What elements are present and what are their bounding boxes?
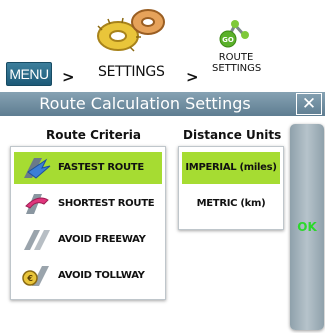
menu-button[interactable]: MENU [6, 62, 52, 86]
route-option-shortest[interactable]: SHORTEST ROUTE [14, 188, 162, 220]
breadcrumb-route-settings: ROUTE SETTINGS [212, 52, 262, 74]
route-option-label: SHORTEST ROUTE [58, 198, 155, 209]
dialog-title-bar: Route Calculation Settings ✕ [0, 92, 325, 116]
unit-option-metric[interactable]: METRIC (km) [182, 188, 280, 220]
settings-icon [97, 9, 165, 52]
ok-button[interactable]: OK [290, 124, 324, 330]
route-option-label: AVOID FREEWAY [58, 234, 146, 245]
route-criteria-heading: Route Criteria [46, 128, 141, 142]
distance-units-panel: IMPERIAL (miles) METRIC (km) [178, 146, 284, 230]
avoid-freeway-icon [24, 230, 50, 250]
avoid-tollway-icon: € [22, 266, 49, 286]
route-settings-line2: SETTINGS [212, 63, 262, 74]
route-criteria-panel: FASTEST ROUTE SHORTEST ROUTE AVOID FREEW… [10, 146, 166, 300]
fastest-route-icon [24, 158, 51, 179]
go-badge: GO [222, 36, 234, 44]
route-settings-line1: ROUTE [218, 52, 254, 63]
dialog-title: Route Calculation Settings [39, 94, 251, 113]
close-icon: ✕ [301, 94, 317, 114]
distance-units-heading: Distance Units [183, 128, 282, 142]
unit-option-imperial[interactable]: IMPERIAL (miles) [182, 152, 280, 184]
route-option-label: FASTEST ROUTE [58, 162, 144, 173]
svg-text:€: € [26, 274, 33, 283]
close-button[interactable]: ✕ [296, 93, 322, 115]
breadcrumb-settings[interactable]: SETTINGS [98, 64, 165, 80]
route-option-fastest[interactable]: FASTEST ROUTE [14, 152, 162, 184]
breadcrumb: GO MENU > SETTINGS > ROUTE SETTINGS [0, 0, 325, 90]
route-option-avoid-freeway[interactable]: AVOID FREEWAY [14, 224, 162, 256]
route-settings-icon: GO [219, 20, 249, 48]
route-option-avoid-tollway[interactable]: € AVOID TOLLWAY [14, 260, 162, 292]
shortest-route-icon [25, 194, 49, 214]
breadcrumb-separator: > [186, 68, 199, 86]
breadcrumb-separator: > [62, 68, 75, 86]
route-option-label: AVOID TOLLWAY [58, 270, 145, 281]
